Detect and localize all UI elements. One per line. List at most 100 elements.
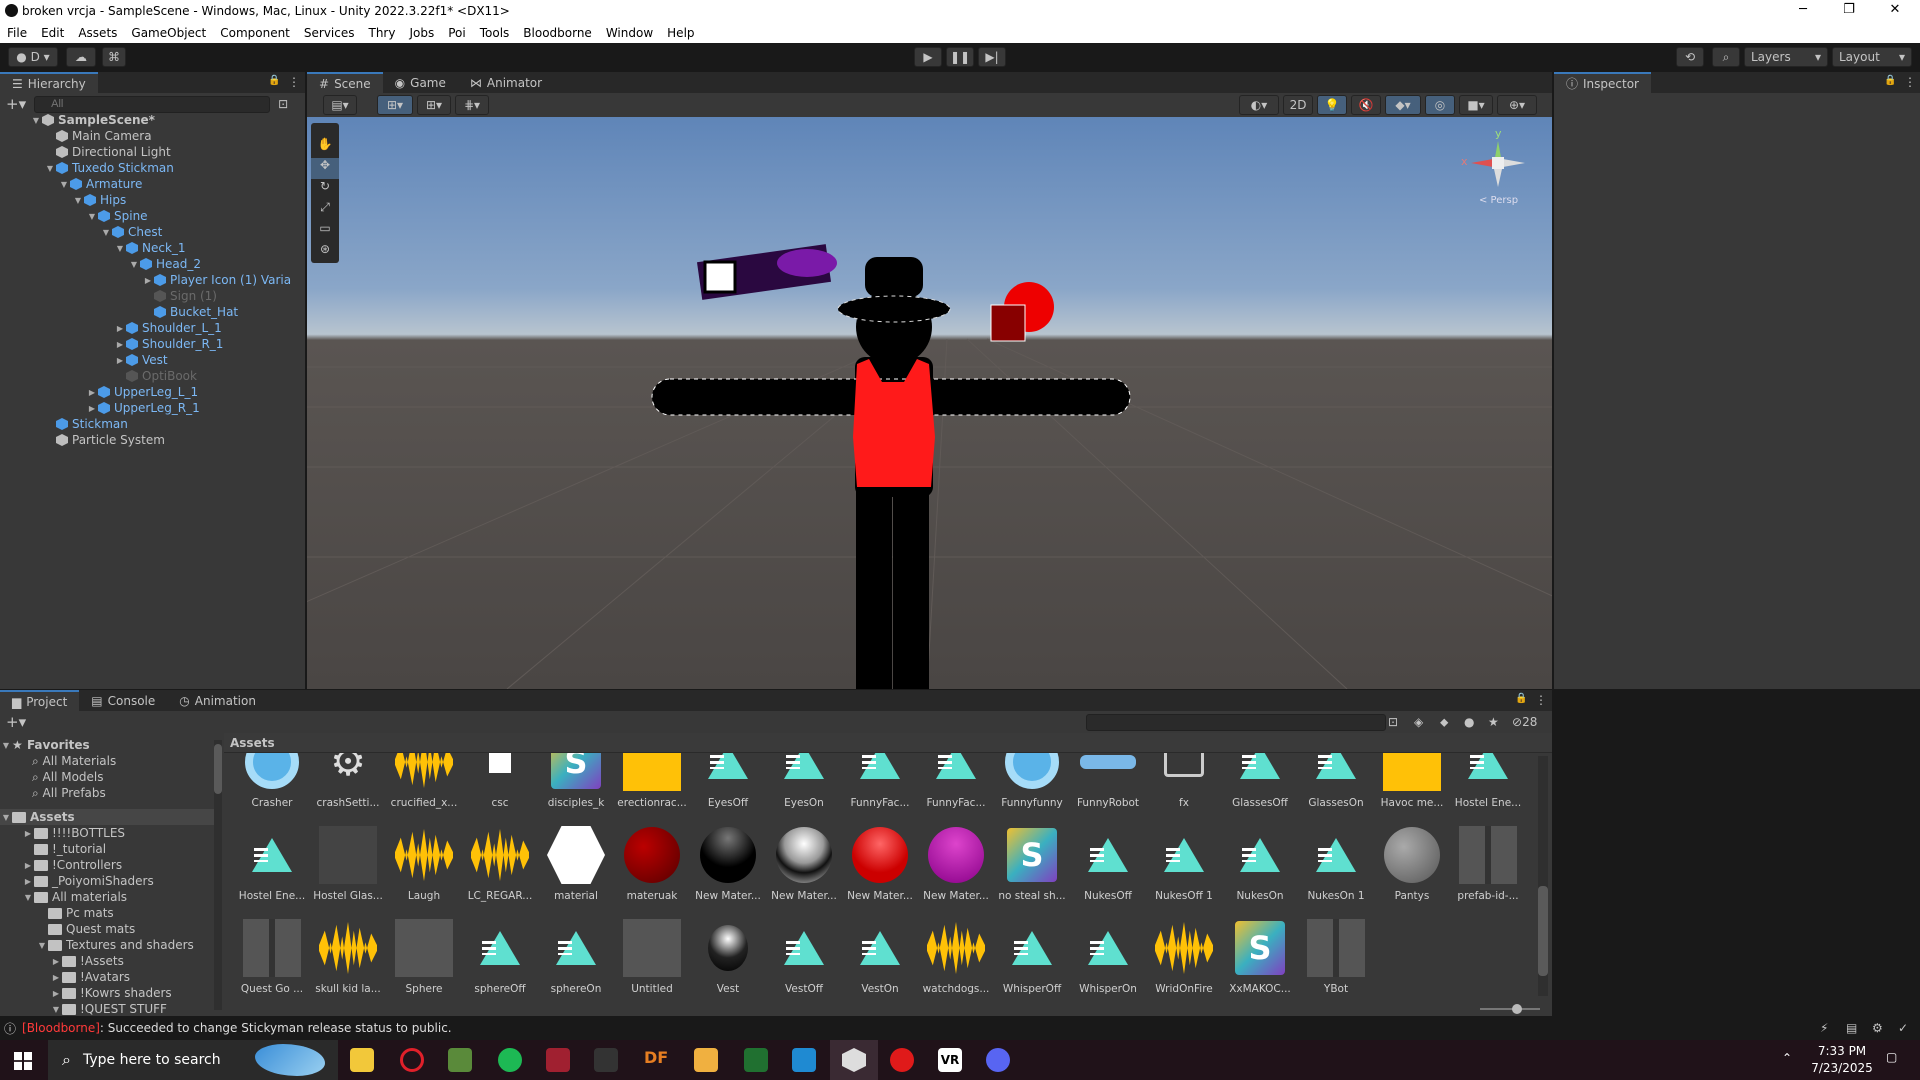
menu-jobs[interactable]: Jobs bbox=[402, 26, 441, 40]
tag-icon[interactable]: ⬥ bbox=[1440, 715, 1448, 730]
app-icon-dark[interactable] bbox=[594, 1048, 618, 1072]
asset-item[interactable]: WhisperOff bbox=[994, 917, 1070, 995]
audio-toggle[interactable]: 🔇 bbox=[1351, 95, 1381, 115]
app-icon-green2[interactable] bbox=[744, 1048, 768, 1072]
arrow-icon[interactable]: ▶ bbox=[22, 861, 34, 870]
more-icon[interactable]: ⋮ bbox=[1904, 75, 1916, 89]
hierarchy-item[interactable]: ▼ SampleScene* bbox=[30, 112, 155, 128]
lock-icon[interactable]: 🔒 bbox=[1884, 75, 1896, 86]
star-icon[interactable]: ★ bbox=[1488, 715, 1499, 729]
add-icon[interactable]: +▾ bbox=[6, 95, 26, 113]
hierarchy-item[interactable]: ▼ Tuxedo Stickman bbox=[44, 160, 174, 176]
add-icon[interactable]: +▾ bbox=[6, 713, 26, 731]
asset-item[interactable]: crucified_x... bbox=[386, 753, 462, 809]
grid-snap-button[interactable]: ⊞▾ bbox=[377, 95, 413, 115]
asset-item[interactable]: LC_REGAR... bbox=[462, 824, 538, 902]
scene-viewport[interactable]: ✋ ✥ ↻ ⤢ ▭ ⊛ y x < Persp bbox=[307, 117, 1552, 689]
asset-item[interactable]: FunnyFac... bbox=[918, 753, 994, 809]
expand-arrow-icon[interactable]: ▼ bbox=[58, 180, 70, 189]
favorite-all-materials[interactable]: ⌕ All Materials bbox=[32, 753, 116, 769]
hierarchy-item[interactable]: ▶ UpperLeg_R_1 bbox=[86, 400, 200, 416]
asset-item[interactable]: Laugh bbox=[386, 824, 462, 902]
hierarchy-item[interactable]: Sign (1) bbox=[142, 288, 217, 304]
asset-item[interactable]: NukesOn bbox=[1222, 824, 1298, 902]
collapse-arrow-icon[interactable]: ▶ bbox=[114, 340, 126, 349]
vr-icon[interactable]: VR bbox=[938, 1048, 962, 1072]
lighting-toggle[interactable]: 💡 bbox=[1317, 95, 1347, 115]
increment-snap-button[interactable]: ⋕▾ bbox=[455, 95, 489, 115]
orientation-gizmo[interactable]: y x < Persp bbox=[1457, 125, 1537, 206]
collapse-arrow-icon[interactable]: ▶ bbox=[142, 276, 154, 285]
rotate-tool-icon[interactable]: ↻ bbox=[311, 179, 339, 200]
maximize-icon[interactable]: ❐ bbox=[1826, 0, 1872, 22]
tab-game[interactable]: ◉ Game bbox=[383, 72, 458, 93]
arrow-icon[interactable]: ▶ bbox=[50, 957, 62, 966]
app-icon-green[interactable] bbox=[448, 1048, 472, 1072]
hierarchy-item[interactable]: Bucket_Hat bbox=[142, 304, 238, 320]
arrow-icon[interactable]: ▶ bbox=[22, 877, 34, 886]
asset-item[interactable]: ⚙ crashSetti... bbox=[310, 753, 386, 809]
folder-item[interactable]: ▶ !Kowrs shaders bbox=[50, 985, 172, 1001]
asset-item[interactable]: NukesOff bbox=[1070, 824, 1146, 902]
folder-item[interactable]: ▶ !Controllers bbox=[22, 857, 122, 873]
arrow-icon[interactable]: ▼ bbox=[22, 893, 34, 902]
hierarchy-item[interactable]: ▶ UpperLeg_L_1 bbox=[86, 384, 198, 400]
hierarchy-item[interactable]: Main Camera bbox=[44, 128, 152, 144]
tray-chevron-icon[interactable]: ⌃ bbox=[1782, 1051, 1792, 1065]
folder-item[interactable]: ▶ !Assets bbox=[50, 953, 124, 969]
camera-button[interactable]: ■▾ bbox=[1459, 95, 1493, 115]
menu-bloodborne[interactable]: Bloodborne bbox=[516, 26, 599, 40]
hierarchy-item[interactable]: OptiBook bbox=[114, 368, 197, 384]
asset-item[interactable]: FunnyRobot bbox=[1070, 753, 1146, 809]
menu-poi[interactable]: Poi bbox=[441, 26, 472, 40]
history-button[interactable]: ⟲ bbox=[1676, 47, 1704, 67]
menu-services[interactable]: Services bbox=[297, 26, 362, 40]
asset-item[interactable]: Untitled bbox=[614, 917, 690, 995]
tab-animation[interactable]: ◷ Animation bbox=[167, 690, 268, 711]
favorite-all-prefabs[interactable]: ⌕ All Prefabs bbox=[32, 785, 106, 801]
taskbar-search[interactable]: ⌕ Type here to search bbox=[48, 1040, 338, 1080]
network-icon[interactable]: ⚡ bbox=[1820, 1021, 1828, 1035]
folder-item[interactable]: ▶ !!!!BOTTLES bbox=[22, 825, 125, 841]
asset-item[interactable]: Hostel Ene... bbox=[1450, 753, 1526, 809]
df-icon[interactable]: DF bbox=[644, 1048, 668, 1072]
lock-icon[interactable]: 🔒 bbox=[1515, 693, 1527, 704]
spotify-icon[interactable] bbox=[498, 1048, 522, 1072]
collapse-arrow-icon[interactable]: ▶ bbox=[114, 356, 126, 365]
hierarchy-item[interactable]: Directional Light bbox=[44, 144, 171, 160]
windows-start-icon[interactable] bbox=[14, 1052, 32, 1070]
grid-scrollbar[interactable] bbox=[1538, 756, 1548, 996]
asset-item[interactable]: material bbox=[538, 824, 614, 902]
folder-item[interactable]: ▼ !QUEST STUFF bbox=[50, 1001, 167, 1016]
expand-arrow-icon[interactable]: ▼ bbox=[44, 164, 56, 173]
hierarchy-search-input[interactable] bbox=[34, 95, 271, 113]
youtube-icon[interactable] bbox=[890, 1048, 914, 1072]
scale-tool-icon[interactable]: ⤢ bbox=[311, 200, 339, 221]
zoom-slider[interactable] bbox=[1480, 1004, 1540, 1014]
tab-project[interactable]: ▆ Project bbox=[0, 690, 80, 711]
breadcrumb-assets[interactable]: Assets bbox=[230, 736, 275, 750]
gizmos-button[interactable]: ⊕▾ bbox=[1497, 95, 1537, 115]
asset-item[interactable]: EyesOn bbox=[766, 753, 842, 809]
vscode-icon[interactable] bbox=[792, 1048, 816, 1072]
app-icon-red[interactable] bbox=[546, 1048, 570, 1072]
move-tool-icon[interactable]: ✥ bbox=[311, 158, 339, 179]
transform-tool-icon[interactable]: ⊛ bbox=[311, 242, 339, 263]
cache-icon[interactable]: ▤ bbox=[1846, 1021, 1857, 1035]
asset-item[interactable]: Crasher bbox=[234, 753, 310, 809]
clock-date[interactable]: 7/23/2025 bbox=[1810, 1061, 1874, 1075]
menu-window[interactable]: Window bbox=[599, 26, 660, 40]
hierarchy-item[interactable]: ▶ Shoulder_R_1 bbox=[114, 336, 224, 352]
asset-item[interactable]: prefab-id-... bbox=[1450, 824, 1526, 902]
hierarchy-item[interactable]: ▼ Neck_1 bbox=[114, 240, 186, 256]
asset-item[interactable]: Sdisciples_k bbox=[538, 753, 614, 809]
asset-item[interactable]: sphereOn bbox=[538, 917, 614, 995]
asset-item[interactable]: GlassesOff bbox=[1222, 753, 1298, 809]
discord-icon[interactable] bbox=[986, 1048, 1010, 1072]
collapse-arrow-icon[interactable]: ▶ bbox=[86, 388, 98, 397]
account-button[interactable]: ● D ▾ bbox=[8, 47, 58, 67]
folder-item[interactable]: ▼ All materials bbox=[22, 889, 127, 905]
hierarchy-item[interactable]: ▼ Chest bbox=[100, 224, 162, 240]
opera-icon[interactable] bbox=[400, 1048, 424, 1072]
hierarchy-item[interactable]: ▶ Player Icon (1) Varia bbox=[142, 272, 291, 288]
